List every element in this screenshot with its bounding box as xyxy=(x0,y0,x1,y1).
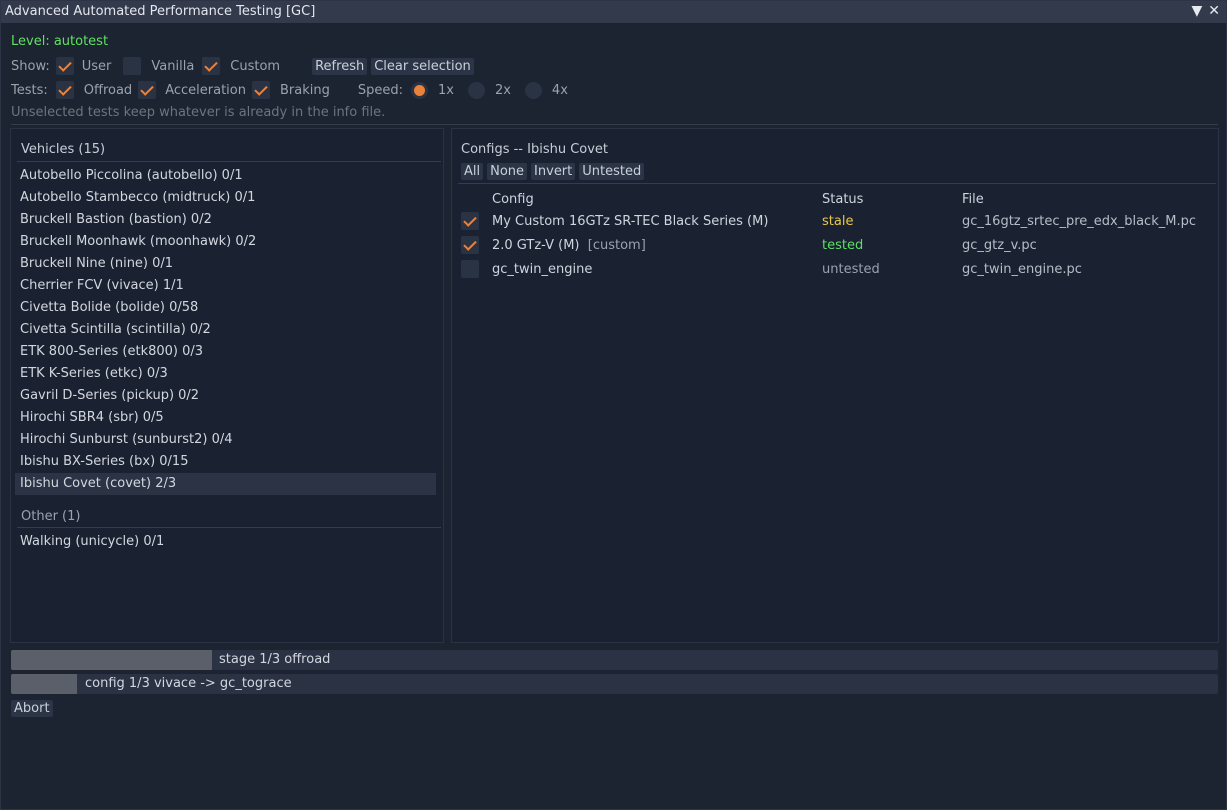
vehicle-item[interactable]: Bruckell Moonhawk (moonhawk) 0/2 xyxy=(15,231,436,253)
config-name: My Custom 16GTz SR-TEC Black Series (M) xyxy=(492,214,769,229)
vehicle-item[interactable]: Civetta Bolide (bolide) 0/58 xyxy=(15,297,436,319)
config-checkbox[interactable] xyxy=(461,260,479,278)
show-vanilla-label: Vanilla xyxy=(151,58,195,74)
config-status: tested xyxy=(822,238,864,253)
test-braking-label: Braking xyxy=(279,82,330,98)
config-file: gc_16gtz_srtec_pre_edx_black_M.pc xyxy=(962,214,1196,229)
vehicle-item[interactable]: Hirochi SBR4 (sbr) 0/5 xyxy=(15,407,436,429)
vehicle-item[interactable]: ETK K-Series (etkc) 0/3 xyxy=(15,363,436,385)
column-status: Status xyxy=(822,192,864,207)
title-bar: Advanced Automated Performance Testing [… xyxy=(1,1,1226,23)
vehicles-panel: Vehicles (15) Autobello Piccolina (autob… xyxy=(10,128,444,643)
speed-4x-label: 4x xyxy=(551,82,568,98)
invert-selection-button[interactable]: Invert xyxy=(531,163,576,180)
show-custom-label: Custom xyxy=(230,58,281,74)
config-filter-buttons: All None Invert Untested xyxy=(461,163,645,180)
vehicle-item[interactable]: Hirochi Sunburst (sunburst2) 0/4 xyxy=(15,429,436,451)
show-user-checkbox[interactable] xyxy=(55,57,74,75)
close-icon[interactable]: ✕ xyxy=(1208,3,1220,19)
config-progress-text: config 1/3 vivace -> gc_tograce xyxy=(85,676,292,691)
config-row[interactable]: gc_twin_engine untested gc_twin_engine.pc xyxy=(460,259,1210,281)
vehicle-item[interactable]: Autobello Piccolina (autobello) 0/1 xyxy=(15,165,436,187)
config-row[interactable]: My Custom 16GTz SR-TEC Black Series (M) s… xyxy=(460,211,1210,233)
app-window: Advanced Automated Performance Testing [… xyxy=(0,0,1227,810)
hint-row: Unselected tests keep whatever is alread… xyxy=(11,105,385,120)
show-label: Show: xyxy=(11,58,50,74)
config-status: stale xyxy=(822,214,854,229)
stage-progress-text: stage 1/3 offroad xyxy=(219,652,331,667)
select-all-button[interactable]: All xyxy=(461,163,484,180)
divider xyxy=(11,124,1218,125)
show-vanilla-checkbox[interactable] xyxy=(123,57,142,75)
config-file: gc_gtz_v.pc xyxy=(962,238,1037,253)
vehicle-item[interactable]: Ibishu Covet (covet) 2/3 xyxy=(15,473,436,495)
vehicle-item[interactable]: Autobello Stambecco (midtruck) 0/1 xyxy=(15,187,436,209)
level-row: Level: autotest xyxy=(11,34,108,49)
select-none-button[interactable]: None xyxy=(487,163,528,180)
stage-progress-fill xyxy=(11,650,212,670)
test-offroad-checkbox[interactable] xyxy=(55,81,74,99)
speed-4x-radio[interactable] xyxy=(524,81,542,99)
window-title: Advanced Automated Performance Testing [… xyxy=(5,4,316,19)
collapse-icon[interactable]: ▼ xyxy=(1191,3,1202,19)
test-acceleration-checkbox[interactable] xyxy=(138,81,157,99)
vehicle-item[interactable]: Walking (unicycle) 0/1 xyxy=(15,531,436,553)
test-acceleration-label: Acceleration xyxy=(165,82,246,98)
config-status: untested xyxy=(822,262,880,277)
config-checkbox[interactable] xyxy=(461,212,479,230)
vehicle-item[interactable]: Gavril D-Series (pickup) 0/2 xyxy=(15,385,436,407)
abort-button[interactable]: Abort xyxy=(11,700,53,717)
configs-panel: Configs -- Ibishu Covet All None Invert … xyxy=(451,128,1219,643)
select-untested-button[interactable]: Untested xyxy=(579,163,645,180)
configs-divider xyxy=(458,183,1216,184)
config-tag: [custom] xyxy=(587,238,646,253)
vehicles-header: Vehicles (15) xyxy=(21,142,106,157)
show-user-label: User xyxy=(81,58,112,74)
hint-text: Unselected tests keep whatever is alread… xyxy=(11,105,386,120)
speed-1x-label: 1x xyxy=(437,82,454,98)
tests-label: Tests: xyxy=(11,82,48,98)
config-progress-bar: config 1/3 vivace -> gc_tograce xyxy=(11,674,1218,694)
clear-selection-button[interactable]: Clear selection xyxy=(371,57,474,75)
config-checkbox[interactable] xyxy=(461,236,479,254)
speed-1x-radio[interactable] xyxy=(410,81,428,99)
refresh-button[interactable]: Refresh xyxy=(312,57,368,75)
config-file: gc_twin_engine.pc xyxy=(962,262,1082,277)
stage-progress-bar: stage 1/3 offroad xyxy=(11,650,1218,670)
column-config: Config xyxy=(492,192,534,207)
level-label: Level: autotest xyxy=(11,34,109,49)
speed-2x-label: 2x xyxy=(494,82,511,98)
configs-header: Configs -- Ibishu Covet xyxy=(461,142,609,157)
vehicle-item[interactable]: Civetta Scintilla (scintilla) 0/2 xyxy=(15,319,436,341)
show-row: Show: User Vanilla Custom Refresh Clear … xyxy=(11,56,474,76)
vehicle-item[interactable]: ETK 800-Series (etk800) 0/3 xyxy=(15,341,436,363)
speed-label: Speed: xyxy=(357,82,403,98)
config-name: gc_twin_engine xyxy=(492,262,593,277)
speed-2x-radio[interactable] xyxy=(467,81,485,99)
tests-row: Tests: Offroad Acceleration Braking Spee… xyxy=(11,80,568,100)
vehicle-item[interactable]: Cherrier FCV (vivace) 1/1 xyxy=(15,275,436,297)
config-name: 2.0 GTz-V (M) [custom] xyxy=(492,238,646,253)
show-custom-checkbox[interactable] xyxy=(202,57,221,75)
config-row[interactable]: 2.0 GTz-V (M) [custom] tested gc_gtz_v.pc xyxy=(460,235,1210,257)
column-file: File xyxy=(962,192,984,207)
vehicle-item[interactable]: Bruckell Nine (nine) 0/1 xyxy=(15,253,436,275)
vehicle-item[interactable]: Ibishu BX-Series (bx) 0/15 xyxy=(15,451,436,473)
test-braking-checkbox[interactable] xyxy=(251,81,270,99)
other-header: Other (1) xyxy=(21,509,81,524)
other-header-divider xyxy=(17,527,441,528)
vehicles-header-divider xyxy=(17,161,441,162)
config-progress-fill xyxy=(11,674,77,694)
test-offroad-label: Offroad xyxy=(83,82,133,98)
vehicle-item[interactable]: Bruckell Bastion (bastion) 0/2 xyxy=(15,209,436,231)
